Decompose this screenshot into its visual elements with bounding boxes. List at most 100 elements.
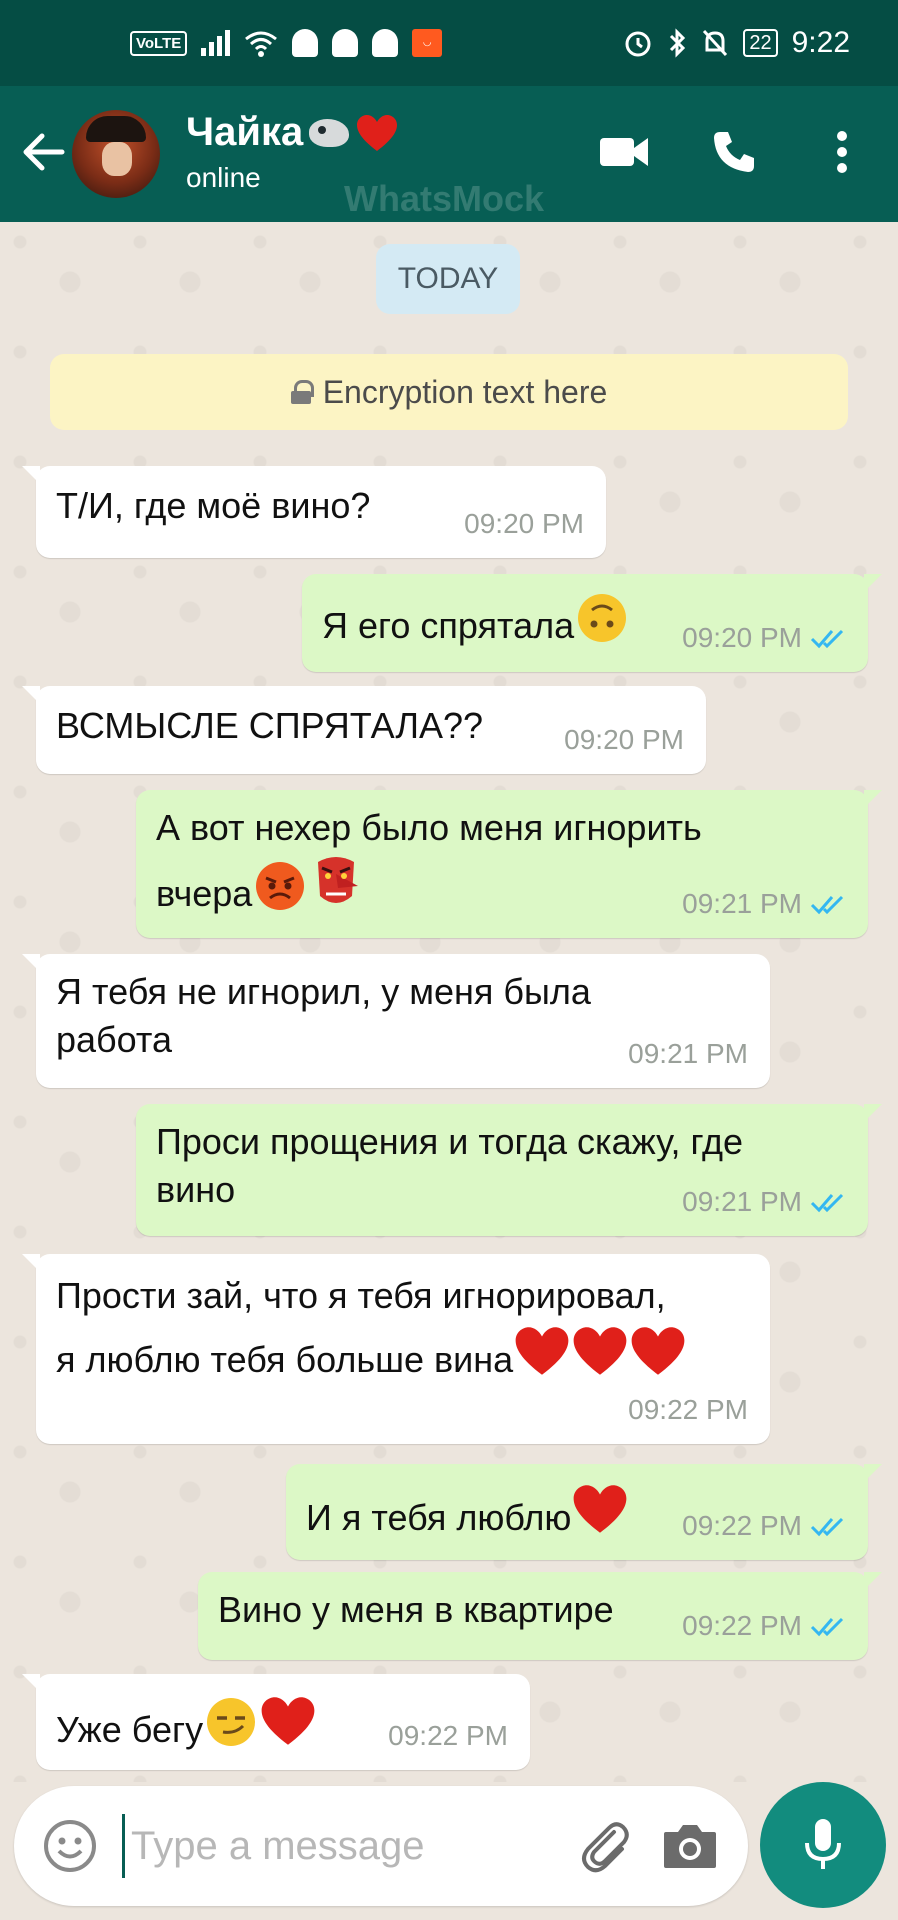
encryption-banner[interactable]: Encryption text here bbox=[50, 354, 848, 430]
message-time: 09:20 PM bbox=[682, 622, 802, 653]
red-heart-icon bbox=[631, 1327, 685, 1375]
message-input-bar bbox=[14, 1786, 748, 1906]
status-bar: VoLTE ◡ 22 9:22 bbox=[0, 0, 898, 86]
message-bubble-incoming[interactable]: Уже бегу 09:22 PM bbox=[22, 1674, 530, 1770]
volte-badge: VoLTE bbox=[130, 30, 188, 56]
alarm-icon bbox=[625, 31, 651, 57]
message-meta: 09:21 PM bbox=[682, 1178, 848, 1226]
message-bubble-outgoing[interactable]: И я тебя люблю 09:22 PM bbox=[286, 1464, 882, 1560]
message-text: Уже бегу bbox=[56, 1709, 204, 1750]
snapchat-icon bbox=[372, 29, 399, 57]
status-right: 22 9:22 bbox=[623, 26, 850, 60]
date-chip: TODAY bbox=[376, 244, 520, 314]
message-time: 09:21 PM bbox=[682, 1186, 802, 1217]
camera-button[interactable] bbox=[660, 1818, 720, 1874]
message-bubble-outgoing[interactable]: Проси прощения и тогда скажу, где вино 0… bbox=[136, 1104, 882, 1236]
message-time: 09:21 PM bbox=[628, 1038, 748, 1069]
message-text: ВСМЫСЛЕ СПРЯТАЛА?? bbox=[56, 705, 484, 746]
red-heart-icon bbox=[261, 1697, 315, 1745]
bird-icon bbox=[309, 118, 350, 147]
read-ticks-icon bbox=[810, 1617, 844, 1637]
read-ticks-icon bbox=[810, 1517, 844, 1537]
snapchat-icon bbox=[292, 29, 319, 57]
red-heart-icon bbox=[574, 1485, 627, 1533]
bluetooth-icon bbox=[670, 28, 686, 58]
avatar-face bbox=[102, 142, 132, 176]
voice-call-button[interactable] bbox=[704, 122, 764, 182]
contact-status: online bbox=[186, 162, 261, 193]
battery-icon: 22 bbox=[743, 29, 778, 57]
message-time: 09:20 PM bbox=[464, 508, 584, 539]
upside-down-face-icon bbox=[578, 594, 627, 642]
message-text: я люблю тебя больше вина bbox=[56, 1339, 514, 1380]
message-bubble-incoming[interactable]: Прости зай, что я тебя игнорировал, я лю… bbox=[22, 1254, 770, 1444]
message-text: вчера bbox=[156, 873, 253, 914]
message-time: 09:22 PM bbox=[682, 1610, 802, 1641]
chat-area[interactable]: TODAY Encryption text here Т/И, где моё … bbox=[0, 222, 898, 1782]
back-arrow-icon bbox=[23, 133, 65, 171]
read-ticks-icon bbox=[810, 1193, 844, 1213]
red-heart-icon bbox=[573, 1327, 627, 1375]
message-text: Проси прощения и тогда скажу, где bbox=[156, 1121, 744, 1162]
angry-face-icon bbox=[256, 862, 305, 910]
read-ticks-icon bbox=[810, 895, 844, 915]
emoji-button[interactable] bbox=[42, 1818, 98, 1874]
contact-name[interactable]: Чайка bbox=[186, 110, 399, 155]
message-bubble-incoming[interactable]: Я тебя не игнорил, у меня была работа 09… bbox=[22, 954, 770, 1088]
message-bubble-outgoing[interactable]: Вино у меня в квартире 09:22 PM bbox=[198, 1572, 882, 1660]
more-options-icon bbox=[837, 131, 847, 173]
goblin-mask-icon bbox=[318, 857, 359, 903]
message-time: 09:21 PM bbox=[682, 888, 802, 919]
back-button[interactable] bbox=[18, 126, 70, 178]
voice-record-button[interactable] bbox=[760, 1782, 886, 1908]
clock-time: 9:22 bbox=[791, 26, 850, 59]
red-heart-icon bbox=[357, 114, 398, 151]
message-text: Я тебя не игнорил, у меня была bbox=[56, 971, 591, 1012]
more-options-button[interactable] bbox=[812, 122, 872, 182]
message-text: работа bbox=[56, 1019, 172, 1060]
message-time: 09:20 PM bbox=[564, 724, 684, 755]
video-call-icon bbox=[600, 138, 648, 166]
message-text: Я его спрятала bbox=[322, 605, 575, 646]
signal-icon bbox=[201, 30, 231, 56]
message-meta: 09:22 PM bbox=[682, 1502, 848, 1550]
avatar-hat bbox=[86, 116, 146, 142]
message-text: И я тебя люблю bbox=[306, 1497, 572, 1538]
attach-button[interactable] bbox=[574, 1816, 634, 1876]
message-input[interactable] bbox=[122, 1814, 442, 1878]
status-left: VoLTE ◡ bbox=[130, 29, 443, 57]
message-time: 09:22 PM bbox=[628, 1394, 748, 1425]
read-ticks-icon bbox=[810, 629, 844, 649]
message-text: вино bbox=[156, 1169, 236, 1210]
camera-icon bbox=[664, 1825, 716, 1868]
message-text: Вино у меня в квартире bbox=[218, 1589, 614, 1630]
message-bubble-outgoing[interactable]: Я его спрятала 09:20 PM bbox=[302, 574, 882, 672]
message-time: 09:22 PM bbox=[682, 1510, 802, 1541]
watermark: WhatsMock bbox=[344, 178, 545, 219]
message-bubble-outgoing[interactable]: А вот нехер было меня игнорить вчера 09:… bbox=[136, 790, 882, 938]
message-bubble-incoming[interactable]: ВСМЫСЛЕ СПРЯТАЛА?? 09:20 PM bbox=[22, 686, 706, 774]
contact-name-text: Чайка bbox=[186, 110, 304, 154]
lock-icon bbox=[290, 380, 314, 404]
message-meta: 09:22 PM bbox=[682, 1602, 848, 1650]
message-time: 09:22 PM bbox=[388, 1720, 508, 1751]
message-text: Т/И, где моё вино? bbox=[56, 485, 371, 526]
phone-icon bbox=[714, 132, 754, 172]
microphone-icon bbox=[805, 1819, 841, 1869]
attach-icon bbox=[582, 1822, 629, 1873]
aliexpress-icon: ◡ bbox=[412, 29, 443, 57]
chat-header: Чайка online WhatsMock bbox=[0, 86, 898, 222]
avatar[interactable] bbox=[72, 110, 160, 198]
message-meta: 09:21 PM bbox=[682, 880, 848, 928]
mute-icon bbox=[703, 29, 728, 57]
snapchat-icon bbox=[332, 29, 359, 57]
message-meta: 09:20 PM bbox=[682, 614, 848, 662]
red-heart-icon bbox=[515, 1327, 569, 1375]
message-text: А вот нехер было меня игнорить bbox=[156, 807, 702, 848]
message-bubble-incoming[interactable]: Т/И, где моё вино? 09:20 PM bbox=[22, 466, 606, 558]
smirking-face-icon bbox=[207, 1698, 256, 1746]
video-call-button[interactable] bbox=[594, 122, 654, 182]
encryption-text: Encryption text here bbox=[322, 373, 608, 410]
emoji-icon bbox=[44, 1820, 96, 1872]
wifi-icon bbox=[245, 31, 278, 57]
